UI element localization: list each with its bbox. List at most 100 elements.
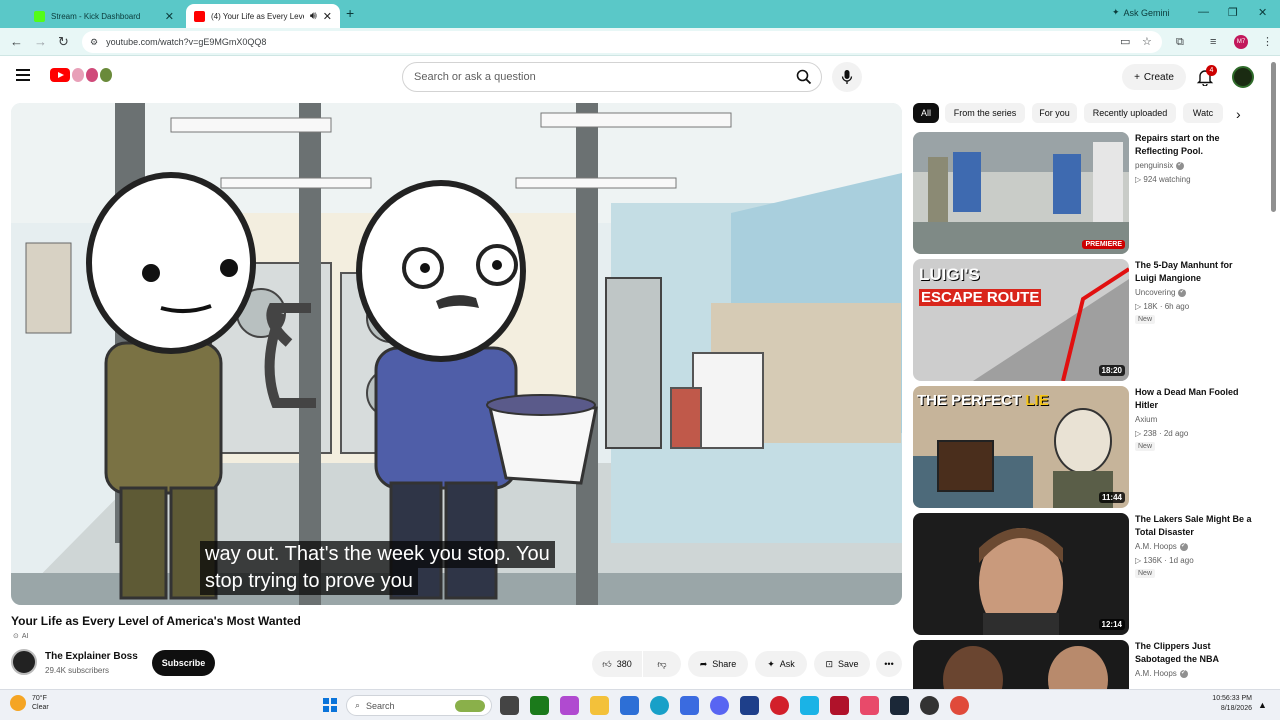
- bookmark-star-icon[interactable]: ☆: [1142, 34, 1152, 50]
- restore-icon[interactable]: ❐: [1228, 6, 1238, 19]
- ai-label[interactable]: ⊙ AI: [13, 632, 29, 641]
- recommended-video[interactable]: 12:14 The Lakers Sale Might Be a Total D…: [913, 513, 1258, 635]
- taskbar-search[interactable]: ⌕ Search: [346, 695, 492, 716]
- channel-name[interactable]: The Explainer Boss: [45, 651, 138, 662]
- system-clock[interactable]: 10:56:33 PM 8/18/2026: [1208, 694, 1252, 714]
- reload-icon[interactable]: ↻: [58, 34, 69, 50]
- close-tab-icon[interactable]: ✕: [323, 10, 332, 23]
- copilot-icon[interactable]: [560, 696, 579, 715]
- chip-recently-uploaded[interactable]: Recently uploaded: [1084, 103, 1176, 123]
- recommended-video[interactable]: LUIGI'S ESCAPE ROUTE 18:20 The 5-Day Man…: [913, 259, 1258, 381]
- profile-avatar[interactable]: M7: [1234, 35, 1248, 49]
- page-scrollbar[interactable]: [1270, 62, 1277, 212]
- rec-channel[interactable]: Uncovering: [1135, 287, 1187, 297]
- minimize-icon[interactable]: —: [1198, 6, 1209, 18]
- video-thumbnail[interactable]: [913, 640, 1129, 689]
- chip-from-the-series[interactable]: From the series: [945, 103, 1025, 123]
- save-button[interactable]: ⊡ Save: [814, 651, 870, 677]
- video-thumbnail[interactable]: PREMIERE: [913, 132, 1129, 254]
- ask-button[interactable]: ✦ Ask: [755, 651, 807, 677]
- steam-icon[interactable]: [890, 696, 909, 715]
- obs-icon[interactable]: [920, 696, 939, 715]
- subscribe-button[interactable]: Subscribe: [152, 650, 215, 676]
- hamburger-menu-icon[interactable]: [16, 69, 30, 84]
- share-button[interactable]: ➦ Share: [688, 651, 748, 677]
- media-controls-icon[interactable]: ≡: [1210, 34, 1216, 50]
- channel-avatar[interactable]: [11, 649, 37, 675]
- task-view-icon[interactable]: [500, 696, 519, 715]
- video-thumbnail[interactable]: LUIGI'S ESCAPE ROUTE 18:20: [913, 259, 1129, 381]
- close-tab-icon[interactable]: ✕: [165, 10, 174, 23]
- youtube-doodle-icon[interactable]: [72, 68, 112, 84]
- discord-icon[interactable]: [710, 696, 729, 715]
- address-bar[interactable]: ⚙ youtube.com/watch?v=gE9MGmX0QQ8: [82, 31, 1162, 53]
- music-icon[interactable]: [860, 696, 879, 715]
- frame-app-icon[interactable]: [800, 696, 819, 715]
- clock-date: 8/18/2026: [1220, 705, 1252, 712]
- rec-meta: ▷ 924 watching: [1135, 175, 1191, 184]
- rec-title[interactable]: The 5-Day Manhunt for Luigi Mangione: [1135, 259, 1253, 285]
- rec-title[interactable]: How a Dead Man Fooled Hitler: [1135, 386, 1253, 412]
- video-thumbnail[interactable]: THE PERFECT LIE 11:44: [913, 386, 1129, 508]
- chip-for-you[interactable]: For you: [1032, 103, 1077, 123]
- dislike-button[interactable]: 👎︎: [643, 651, 681, 677]
- mail-icon[interactable]: [620, 696, 639, 715]
- cast-icon[interactable]: ▭: [1120, 34, 1130, 50]
- rec-channel[interactable]: A.M. Hoops: [1135, 541, 1188, 551]
- thumb-text-1a: THE PERFECT: [917, 392, 1022, 409]
- chip-all[interactable]: All: [913, 103, 939, 123]
- search-input[interactable]: Search or ask a question: [403, 71, 787, 83]
- recommended-video[interactable]: PREMIERE Repairs start on the Reflecting…: [913, 132, 1258, 254]
- tab-kick-dashboard[interactable]: Stream - Kick Dashboard ✕: [26, 4, 182, 28]
- duration-badge: 11:44: [1098, 492, 1125, 503]
- search-icon[interactable]: [787, 62, 821, 92]
- back-icon[interactable]: ←: [10, 34, 23, 50]
- thumbnail-image: [913, 513, 1129, 635]
- site-info-icon[interactable]: ⚙: [90, 37, 98, 48]
- rec-title[interactable]: The Clippers Just Sabotaged the NBA: [1135, 640, 1253, 666]
- rec-channel[interactable]: penguinsix: [1135, 160, 1185, 170]
- like-button[interactable]: 👍︎ 380: [592, 651, 642, 677]
- recommended-video[interactable]: THE PERFECT LIE 11:44 How a Dead Man Foo…: [913, 386, 1258, 508]
- recommended-video[interactable]: The Clippers Just Sabotaged the NBA A.M.…: [913, 640, 1258, 689]
- audio-playing-icon[interactable]: 🔊︎: [310, 10, 317, 23]
- ask-gemini-button[interactable]: ✦ Ask Gemini: [1112, 7, 1170, 18]
- extensions-icon[interactable]: ⧉: [1176, 34, 1184, 50]
- edge-browser-icon[interactable]: [650, 696, 669, 715]
- nvidia-app-icon[interactable]: [530, 696, 549, 715]
- youtube-favicon-icon: [194, 10, 205, 22]
- tab-youtube-video[interactable]: (4) Your Life as Every Level 🔊︎ ✕: [186, 4, 340, 28]
- notification-count-badge: 4: [1206, 65, 1217, 76]
- account-avatar[interactable]: [1232, 66, 1254, 88]
- channel-subscribers: 29.4K subscribers: [45, 666, 110, 675]
- taskbar-apps: [500, 696, 969, 715]
- browser-toolbar: ← → ↻ ⚙ youtube.com/watch?v=gE9MGmX0QQ8 …: [0, 28, 1280, 56]
- adobe-icon[interactable]: [830, 696, 849, 715]
- weather-widget[interactable]: 70°F Clear: [10, 694, 49, 712]
- rec-channel-name: A.M. Hoops: [1135, 542, 1177, 551]
- youtube-logo-icon[interactable]: [50, 68, 70, 82]
- file-explorer-icon[interactable]: [590, 696, 609, 715]
- rec-title[interactable]: Repairs start on the Reflecting Pool.: [1135, 132, 1253, 158]
- rec-title[interactable]: The Lakers Sale Might Be a Total Disaste…: [1135, 513, 1253, 539]
- notification-center-icon[interactable]: ▲: [1258, 700, 1267, 710]
- chrome-icon[interactable]: [950, 696, 969, 715]
- rec-channel[interactable]: A.M. Hoops: [1135, 668, 1188, 678]
- new-tab-icon[interactable]: +: [346, 5, 354, 21]
- video-player[interactable]: [11, 103, 902, 605]
- xbox-icon[interactable]: [680, 696, 699, 715]
- chip-watched[interactable]: Watc: [1183, 103, 1223, 123]
- windows-start-icon[interactable]: [323, 698, 337, 712]
- more-actions-button[interactable]: •••: [876, 651, 902, 677]
- dropbox-icon[interactable]: [740, 696, 759, 715]
- chips-next-chevron-icon[interactable]: ›: [1236, 106, 1241, 122]
- create-button[interactable]: + Create: [1122, 64, 1186, 90]
- video-thumbnail[interactable]: 12:14: [913, 513, 1129, 635]
- opera-icon[interactable]: [770, 696, 789, 715]
- browser-menu-icon[interactable]: ⋮: [1262, 34, 1273, 50]
- voice-search-mic-icon[interactable]: [832, 62, 862, 92]
- rec-channel[interactable]: Axium: [1135, 415, 1157, 424]
- close-window-icon[interactable]: ✕: [1258, 6, 1267, 19]
- search-box[interactable]: Search or ask a question: [402, 62, 822, 92]
- forward-icon[interactable]: →: [34, 34, 47, 50]
